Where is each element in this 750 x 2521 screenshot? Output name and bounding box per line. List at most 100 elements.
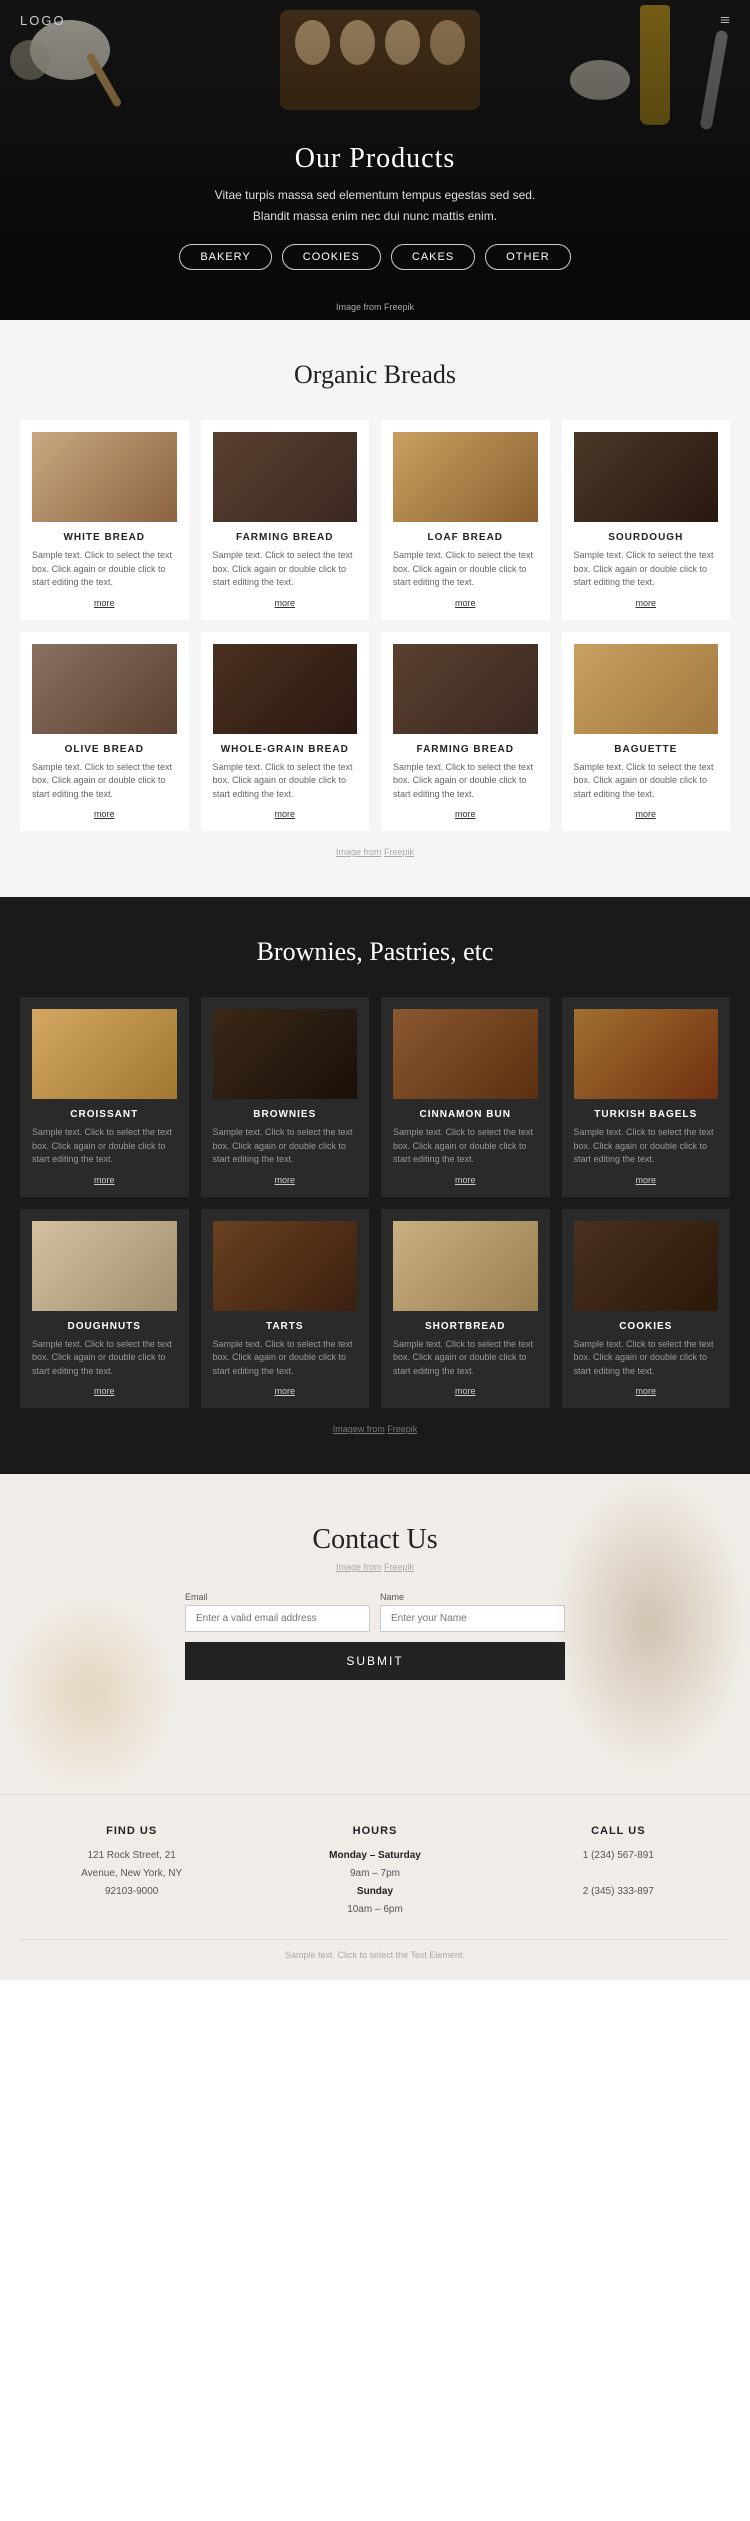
find-us-address: 121 Rock Street, 21 Avenue, New York, NY… [20,1847,243,1901]
pastry-more-link-7[interactable]: more [635,1386,656,1396]
footer-bottom-text: Sample text. Click to select the Text El… [20,1939,730,1960]
bread-name-3: SOURDOUGH [574,532,719,543]
contact-fields-row: Email Name [185,1592,565,1632]
call-us-phones: 1 (234) 567-891 2 (345) 333-897 [507,1847,730,1901]
pastries-grid: CROISSANT Sample text. Click to select t… [20,997,730,1408]
bread-more-link-3[interactable]: more [635,598,656,608]
pastries-image-credit: Imagew from Freepik [20,1424,730,1434]
pastries-title: Brownies, Pastries, etc [20,937,730,967]
bread-desc-0: Sample text. Click to select the text bo… [32,549,177,590]
other-button[interactable]: OTHER [485,244,571,270]
pastry-image-3 [574,1009,719,1099]
call-us-heading: CALL US [507,1825,730,1837]
pastry-card-3: TURKISH BAGELS Sample text. Click to sel… [562,997,731,1197]
pastry-card-5: TARTS Sample text. Click to select the t… [201,1209,370,1409]
bread-card-5: WHOLE-GRAIN BREAD Sample text. Click to … [201,632,370,832]
pastry-more-link-0[interactable]: more [94,1175,115,1185]
logo: logo [20,13,66,28]
bread-more-link-2[interactable]: more [455,598,476,608]
bread-name-6: FARMING BREAD [393,744,538,755]
breads-title: Organic Breads [20,360,730,390]
name-group: Name [380,1592,565,1632]
bread-image-2 [393,432,538,522]
bread-more-link-1[interactable]: more [274,598,295,608]
bread-card-7: BAGUETTE Sample text. Click to select th… [562,632,731,832]
bread-card-4: OLIVE BREAD Sample text. Click to select… [20,632,189,832]
pastry-desc-1: Sample text. Click to select the text bo… [213,1126,358,1167]
hero-image-credit: Image from Freepik [336,302,414,312]
hero-section: Our Products Vitae turpis massa sed elem… [0,0,750,320]
pastry-more-link-5[interactable]: more [274,1386,295,1396]
bread-desc-2: Sample text. Click to select the text bo… [393,549,538,590]
hours-heading: HOURS [263,1825,486,1837]
breads-grid: WHITE BREAD Sample text. Click to select… [20,420,730,831]
pastry-name-7: COOKIES [574,1321,719,1332]
bread-more-link-0[interactable]: more [94,598,115,608]
bread-name-4: OLIVE BREAD [32,744,177,755]
bread-card-6: FARMING BREAD Sample text. Click to sele… [381,632,550,832]
bread-more-link-5[interactable]: more [274,809,295,819]
menu-icon[interactable]: ≡ [720,10,730,31]
pastry-card-1: BROWNIES Sample text. Click to select th… [201,997,370,1197]
name-label: Name [380,1592,565,1602]
pastry-desc-4: Sample text. Click to select the text bo… [32,1338,177,1379]
bread-card-0: WHITE BREAD Sample text. Click to select… [20,420,189,620]
bread-more-link-4[interactable]: more [94,809,115,819]
footer-grid: FIND US 121 Rock Street, 21 Avenue, New … [20,1825,730,1919]
contact-section: Contact Us Image from Freepik Email Name… [0,1474,750,1794]
cookies-button[interactable]: COOKIES [282,244,381,270]
pastry-more-link-2[interactable]: more [455,1175,476,1185]
bread-image-4 [32,644,177,734]
pastry-name-1: BROWNIES [213,1109,358,1120]
bread-desc-7: Sample text. Click to select the text bo… [574,761,719,802]
bread-desc-3: Sample text. Click to select the text bo… [574,549,719,590]
pastry-name-5: TARTS [213,1321,358,1332]
name-input[interactable] [380,1605,565,1632]
pastry-image-0 [32,1009,177,1099]
contact-bowl-decoration [0,1594,180,1794]
pastry-image-6 [393,1221,538,1311]
pastry-desc-0: Sample text. Click to select the text bo… [32,1126,177,1167]
pastry-more-link-3[interactable]: more [635,1175,656,1185]
pastry-desc-3: Sample text. Click to select the text bo… [574,1126,719,1167]
bread-image-3 [574,432,719,522]
bread-image-7 [574,644,719,734]
bread-desc-4: Sample text. Click to select the text bo… [32,761,177,802]
pastry-name-2: CINNAMON BUN [393,1109,538,1120]
bread-card-1: FARMING BREAD Sample text. Click to sele… [201,420,370,620]
bread-desc-6: Sample text. Click to select the text bo… [393,761,538,802]
bread-desc-5: Sample text. Click to select the text bo… [213,761,358,802]
bread-name-0: WHITE BREAD [32,532,177,543]
pastry-card-7: COOKIES Sample text. Click to select the… [562,1209,731,1409]
email-input[interactable] [185,1605,370,1632]
footer-call-us: CALL US 1 (234) 567-891 2 (345) 333-897 [507,1825,730,1919]
pastry-desc-2: Sample text. Click to select the text bo… [393,1126,538,1167]
email-group: Email [185,1592,370,1632]
organic-breads-section: Organic Breads WHITE BREAD Sample text. … [0,320,750,897]
pastry-image-5 [213,1221,358,1311]
hero-subtitle: Vitae turpis massa sed elementum tempus … [179,185,570,226]
pastries-section: Brownies, Pastries, etc CROISSANT Sample… [0,897,750,1474]
cakes-button[interactable]: CAKES [391,244,475,270]
pastry-card-4: DOUGHNUTS Sample text. Click to select t… [20,1209,189,1409]
footer: FIND US 121 Rock Street, 21 Avenue, New … [0,1794,750,1980]
bread-name-2: LOAF BREAD [393,532,538,543]
bread-card-3: SOURDOUGH Sample text. Click to select t… [562,420,731,620]
pastry-name-4: DOUGHNUTS [32,1321,177,1332]
pastry-image-4 [32,1221,177,1311]
bread-name-5: WHOLE-GRAIN BREAD [213,744,358,755]
bread-more-link-6[interactable]: more [455,809,476,819]
bread-name-7: BAGUETTE [574,744,719,755]
pastry-more-link-6[interactable]: more [455,1386,476,1396]
pastry-card-6: SHORTBREAD Sample text. Click to select … [381,1209,550,1409]
pastry-desc-7: Sample text. Click to select the text bo… [574,1338,719,1379]
pastry-desc-6: Sample text. Click to select the text bo… [393,1338,538,1379]
breads-image-credit: Image from Freepik [20,847,730,857]
bakery-button[interactable]: BAKERY [179,244,271,270]
bread-more-link-7[interactable]: more [635,809,656,819]
submit-button[interactable]: SUBMIT [185,1642,565,1680]
pastry-more-link-1[interactable]: more [274,1175,295,1185]
hours-detail: Monday – Saturday 9am – 7pm Sunday 10am … [263,1847,486,1919]
hero-buttons: BAKERY COOKIES CAKES OTHER [179,244,570,270]
pastry-more-link-4[interactable]: more [94,1386,115,1396]
